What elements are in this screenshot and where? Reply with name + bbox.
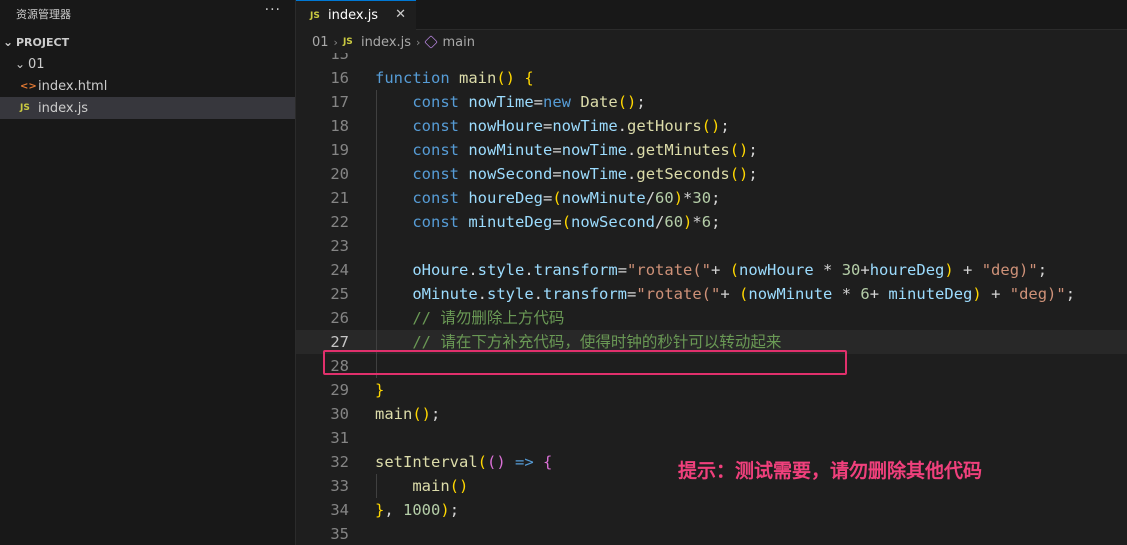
breadcrumb-symbol-label: main bbox=[442, 34, 475, 50]
code-text: function main() { bbox=[375, 69, 534, 87]
chevron-down-icon: ⌄ bbox=[2, 35, 14, 49]
code-line[interactable]: 16 function main() { bbox=[296, 66, 1127, 90]
js-file-icon: JS bbox=[20, 103, 30, 113]
file-index-js[interactable]: JS index.js bbox=[0, 97, 295, 119]
code-line[interactable]: 18 const nowHoure=nowTime.getHours(); bbox=[296, 114, 1127, 138]
breadcrumb-folder[interactable]: 01 bbox=[312, 35, 329, 50]
line-number: 26 bbox=[330, 309, 349, 327]
code-line[interactable]: 22 const minuteDeg=(nowSecond/60)*6; bbox=[296, 210, 1127, 234]
tab-bar: JS index.js ✕ bbox=[296, 0, 1127, 30]
js-file-icon: JS bbox=[310, 10, 320, 21]
code-text: setInterval(() => { bbox=[375, 453, 553, 471]
file-label: index.js bbox=[38, 100, 89, 116]
line-number: 35 bbox=[330, 525, 349, 543]
code-line[interactable]: 17 const nowTime=new Date(); bbox=[296, 90, 1127, 114]
code-text: }, 1000); bbox=[375, 501, 460, 519]
indent-guide bbox=[376, 474, 377, 498]
code-text: const nowTime=new Date(); bbox=[412, 93, 646, 111]
code-text: const minuteDeg=(nowSecond/60)*6; bbox=[412, 213, 721, 231]
highlight-box bbox=[323, 350, 847, 375]
hint-annotation: 提示：测试需要，请勿删除其他代码 bbox=[678, 460, 983, 482]
line-number: 30 bbox=[330, 405, 349, 423]
project-section-header[interactable]: ⌄ PROJECT bbox=[0, 31, 295, 53]
line-number: 24 bbox=[330, 261, 349, 279]
code-line[interactable]: 31 bbox=[296, 426, 1127, 450]
code-text: } bbox=[375, 381, 385, 399]
chevron-down-icon: ⌄ bbox=[14, 57, 26, 71]
code-line[interactable]: 35 bbox=[296, 522, 1127, 545]
code-line[interactable]: 15 bbox=[296, 53, 1127, 66]
code-text: main() bbox=[412, 477, 469, 495]
line-number: 34 bbox=[330, 501, 349, 519]
code-text: oMinute.style.transform="rotate("+ (nowM… bbox=[412, 285, 1076, 303]
line-number: 18 bbox=[330, 117, 349, 135]
explorer-sidebar: 资源管理器 ··· ⌄ PROJECT ⌄ 01 <> index.html J… bbox=[0, 0, 296, 545]
code-line[interactable]: 19 const nowMinute=nowTime.getMinutes(); bbox=[296, 138, 1127, 162]
code-line[interactable]: 30 main(); bbox=[296, 402, 1127, 426]
line-number: 32 bbox=[330, 453, 349, 471]
line-number: 19 bbox=[330, 141, 349, 159]
html-file-icon: <> bbox=[20, 80, 37, 92]
file-label: index.html bbox=[38, 78, 108, 94]
line-number: 21 bbox=[330, 189, 349, 207]
close-icon[interactable]: ✕ bbox=[395, 7, 406, 22]
breadcrumb-symbol[interactable]: main bbox=[424, 34, 475, 50]
code-text: const nowHoure=nowTime.getHours(); bbox=[412, 117, 730, 135]
line-number: 31 bbox=[330, 429, 349, 447]
chevron-right-icon: › bbox=[416, 35, 421, 49]
line-number: 15 bbox=[330, 53, 349, 63]
code-line[interactable]: 25 oMinute.style.transform="rotate("+ (n… bbox=[296, 282, 1127, 306]
code-line[interactable]: 20 const nowSecond=nowTime.getSeconds(); bbox=[296, 162, 1127, 186]
breadcrumb-file-label: index.js bbox=[360, 34, 412, 50]
line-number: 22 bbox=[330, 213, 349, 231]
more-actions-icon[interactable]: ··· bbox=[265, 2, 281, 18]
project-label: PROJECT bbox=[16, 35, 70, 49]
method-cube-icon bbox=[424, 35, 439, 49]
code-line[interactable]: 21 const houreDeg=(nowMinute/60)*30; bbox=[296, 186, 1127, 210]
indent-guide bbox=[376, 90, 377, 378]
code-line[interactable]: 26 // 请勿删除上方代码 bbox=[296, 306, 1127, 330]
code-text: main(); bbox=[375, 405, 441, 423]
code-text: oHoure.style.transform="rotate("+ (nowHo… bbox=[412, 261, 1048, 279]
folder-01[interactable]: ⌄ 01 bbox=[0, 53, 295, 75]
line-number: 29 bbox=[330, 381, 349, 399]
line-number: 23 bbox=[330, 237, 349, 255]
line-number: 33 bbox=[330, 477, 349, 495]
line-number: 16 bbox=[330, 69, 349, 87]
code-text: const houreDeg=(nowMinute/60)*30; bbox=[412, 189, 721, 207]
tab-index-js[interactable]: JS index.js ✕ bbox=[296, 0, 416, 30]
file-index-html[interactable]: <> index.html bbox=[0, 75, 295, 97]
breadcrumb-file[interactable]: JS index.js bbox=[343, 35, 411, 50]
code-line[interactable]: 29} bbox=[296, 378, 1127, 402]
code-line[interactable]: 24 oHoure.style.transform="rotate("+ (no… bbox=[296, 258, 1127, 282]
line-number: 25 bbox=[330, 285, 349, 303]
js-file-icon: JS bbox=[342, 37, 353, 47]
tab-label: index.js bbox=[328, 8, 379, 23]
line-number: 17 bbox=[330, 93, 349, 111]
code-line[interactable]: 23 bbox=[296, 234, 1127, 258]
code-text: // 请勿删除上方代码 bbox=[412, 309, 565, 327]
code-line[interactable]: 34 }, 1000); bbox=[296, 498, 1127, 522]
line-number: 20 bbox=[330, 165, 349, 183]
folder-label: 01 bbox=[28, 56, 45, 72]
breadcrumb: 01 › JS index.js › main bbox=[296, 31, 1127, 53]
explorer-title: 资源管理器 bbox=[16, 8, 71, 21]
code-text: const nowSecond=nowTime.getSeconds(); bbox=[412, 165, 758, 183]
chevron-right-icon: › bbox=[333, 35, 338, 49]
code-text: const nowMinute=nowTime.getMinutes(); bbox=[412, 141, 758, 159]
